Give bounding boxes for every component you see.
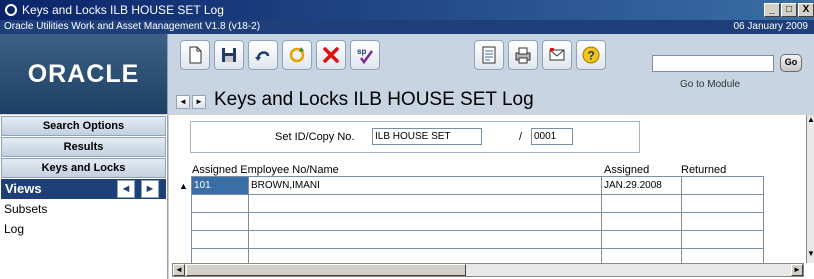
- employee-no-cell[interactable]: 101: [191, 176, 249, 195]
- current-row-marker-icon: ▲: [179, 181, 188, 191]
- app-info-bar: Oracle Utilities Work and Asset Manageme…: [0, 20, 814, 34]
- employee-no-cell[interactable]: [191, 194, 249, 213]
- close-button[interactable]: X: [798, 3, 814, 17]
- table-row[interactable]: [191, 230, 764, 249]
- employee-name-cell[interactable]: [248, 212, 602, 231]
- employee-no-cell[interactable]: [191, 230, 249, 249]
- help-icon[interactable]: ?: [576, 40, 606, 70]
- email-icon[interactable]: [542, 40, 572, 70]
- horizontal-scroll-thumb[interactable]: [186, 264, 466, 276]
- horizontal-scrollbar[interactable]: ◄ ►: [172, 263, 804, 277]
- returned-date-cell[interactable]: [681, 176, 764, 195]
- set-id-panel: Set ID/Copy No. ILB HOUSE SET / 0001: [190, 121, 640, 153]
- assigned-date-cell[interactable]: [601, 212, 682, 231]
- log-table: 101 BROWN,IMANI JAN.29.2008: [191, 176, 764, 267]
- table-row[interactable]: 101 BROWN,IMANI JAN.29.2008: [191, 176, 764, 195]
- spell-check-icon[interactable]: sp: [350, 40, 380, 70]
- returned-date-cell[interactable]: [681, 194, 764, 213]
- current-date: 06 January 2009: [733, 21, 808, 32]
- views-next-button[interactable]: ►: [141, 180, 159, 198]
- go-button[interactable]: Go: [780, 54, 802, 72]
- assigned-date-cell[interactable]: [601, 194, 682, 213]
- keys-and-locks-button[interactable]: Keys and Locks: [1, 158, 166, 178]
- assigned-column-header: Assigned: [604, 164, 650, 176]
- views-label: Views: [5, 181, 42, 196]
- table-row[interactable]: [191, 194, 764, 213]
- vertical-scrollbar[interactable]: ▲ ▼: [806, 115, 814, 263]
- set-id-field[interactable]: ILB HOUSE SET: [372, 128, 482, 145]
- header: ORACLE sp ? Go Go to Module ◄ ► Keys and…: [0, 34, 814, 114]
- employee-column-header: Assigned Employee No/Name: [192, 164, 339, 176]
- new-document-icon[interactable]: [180, 40, 210, 70]
- save-icon[interactable]: [214, 40, 244, 70]
- employee-name-cell[interactable]: BROWN,IMANI: [248, 176, 602, 195]
- employee-name-cell[interactable]: [248, 194, 602, 213]
- go-to-module-input[interactable]: [652, 55, 774, 72]
- record-nav: ◄ ►: [176, 95, 206, 109]
- views-header: Views ◄ ►: [1, 179, 166, 199]
- delete-icon[interactable]: [316, 40, 346, 70]
- oracle-logo: ORACLE: [0, 34, 168, 114]
- maximize-button[interactable]: □: [781, 3, 797, 17]
- refresh-icon[interactable]: [282, 40, 312, 70]
- svg-text:?: ?: [588, 49, 595, 63]
- report-icon[interactable]: [474, 40, 504, 70]
- app-version-label: Oracle Utilities Work and Asset Manageme…: [4, 21, 261, 32]
- next-record-button[interactable]: ►: [192, 95, 206, 109]
- undo-icon[interactable]: [248, 40, 278, 70]
- scroll-left-icon[interactable]: ◄: [173, 264, 185, 276]
- main-content: Set ID/Copy No. ILB HOUSE SET / 0001 Ass…: [169, 115, 814, 279]
- previous-record-button[interactable]: ◄: [176, 95, 190, 109]
- returned-date-cell[interactable]: [681, 212, 764, 231]
- main-toolbar: sp: [180, 40, 384, 70]
- window-title: Keys and Locks ILB HOUSE SET Log: [22, 3, 224, 17]
- minimize-button[interactable]: _: [764, 3, 780, 17]
- sidebar: Search Options Results Keys and Locks Vi…: [0, 115, 168, 279]
- view-item-subsets[interactable]: Subsets: [0, 199, 167, 219]
- copy-no-field[interactable]: 0001: [531, 128, 573, 145]
- search-options-button[interactable]: Search Options: [1, 116, 166, 136]
- assigned-date-cell[interactable]: [601, 230, 682, 249]
- svg-text:sp: sp: [357, 47, 366, 56]
- scroll-right-icon[interactable]: ►: [791, 264, 803, 276]
- returned-date-cell[interactable]: [681, 230, 764, 249]
- table-row[interactable]: [191, 212, 764, 231]
- secondary-toolbar: ?: [474, 40, 610, 70]
- go-to-module-label: Go to Module: [680, 79, 741, 90]
- assigned-date-cell[interactable]: JAN.29.2008: [601, 176, 682, 195]
- view-item-log[interactable]: Log: [0, 219, 167, 239]
- scroll-down-icon[interactable]: ▼: [807, 249, 814, 258]
- separator-label: /: [519, 131, 523, 143]
- views-prev-button[interactable]: ◄: [117, 180, 135, 198]
- system-menu-icon[interactable]: [5, 4, 17, 16]
- returned-column-header: Returned: [681, 164, 727, 176]
- employee-no-cell[interactable]: [191, 212, 249, 231]
- set-id-label: Set ID/Copy No.: [275, 131, 355, 143]
- results-button[interactable]: Results: [1, 137, 166, 157]
- print-icon[interactable]: [508, 40, 538, 70]
- title-bar: Keys and Locks ILB HOUSE SET Log _ □ X: [0, 0, 814, 20]
- page-title: Keys and Locks ILB HOUSE SET Log: [214, 89, 534, 110]
- app-window: Keys and Locks ILB HOUSE SET Log _ □ X O…: [0, 0, 814, 279]
- scroll-up-icon[interactable]: ▲: [807, 115, 814, 124]
- employee-name-cell[interactable]: [248, 230, 602, 249]
